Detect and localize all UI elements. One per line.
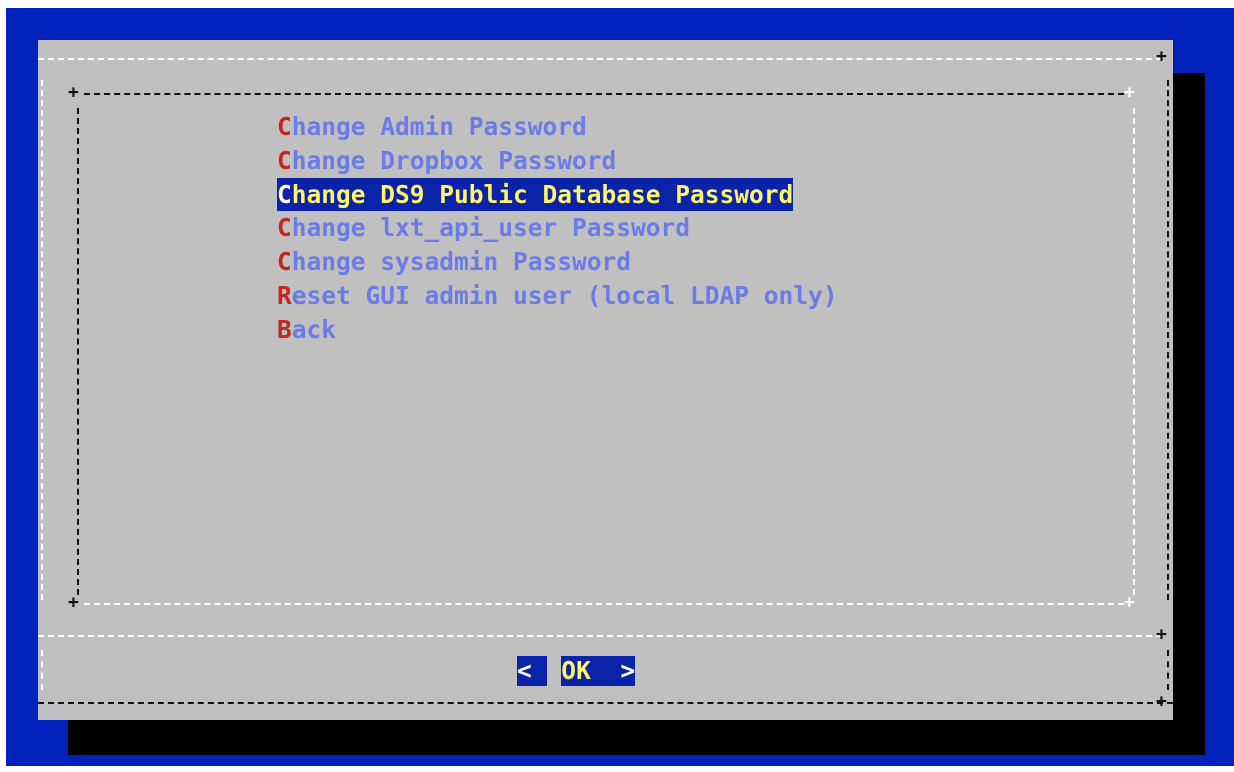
dialog-top-right-corner: + (1156, 46, 1167, 67)
separator-right-corner: + (1156, 624, 1167, 645)
ok-button-right-bracket: > (620, 656, 636, 686)
menu-item-change-ds9-public-database-password[interactable]: Change DS9 Public Database Password (277, 177, 794, 212)
menu-item-label: ack (291, 314, 337, 344)
menu-item-label: hange sysadmin Password (291, 247, 632, 277)
dialog-left-border (41, 80, 43, 600)
hotkey: C (277, 145, 292, 175)
hotkey: C (277, 247, 292, 277)
list-top-border (84, 93, 1124, 95)
hotkey: B (277, 314, 292, 344)
button-area-left-border (41, 650, 43, 690)
list-right-border (1133, 108, 1135, 595)
list-bottom-right-corner: + (1124, 592, 1135, 613)
list-bottom-border (84, 603, 1124, 605)
dialog-top-border (38, 58, 1162, 60)
dialog-right-border (1167, 80, 1169, 600)
button-area-right-border (1167, 650, 1169, 690)
button-area-separator (38, 635, 1162, 637)
menu-item-label: hange Admin Password (291, 112, 587, 141)
menu-item-label: hange Dropbox Password (291, 145, 617, 175)
menu-item-label: hange DS9 Public Database Password (291, 179, 794, 209)
ok-button-left-bracket: < (517, 656, 532, 686)
hotkey: C (277, 112, 292, 141)
menu-item-change-sysadmin-password[interactable]: Change sysadmin Password (277, 245, 631, 279)
password-menu: Change Admin Password Change Dropbox Pas… (277, 110, 838, 347)
dialog-bottom-right-corner: + (1156, 691, 1167, 712)
list-bottom-left-corner: + (68, 592, 79, 613)
dialog-bottom-border (38, 702, 1173, 704)
ok-button-label: K (576, 656, 591, 685)
menu-item-change-lxt-api-user-password[interactable]: Change lxt_api_user Password (277, 211, 690, 245)
menu-item-label: hange lxt_api_user Password (291, 213, 691, 243)
list-top-left-corner: + (68, 82, 79, 103)
hotkey: R (277, 280, 292, 310)
menu-item-label: eset GUI admin user (local LDAP only) (291, 280, 838, 310)
hotkey: C (277, 213, 292, 243)
ok-button[interactable]: < OK > (517, 656, 636, 686)
list-left-border (77, 108, 79, 595)
hotkey: C (277, 179, 292, 209)
menu-item-change-admin-password[interactable]: Change Admin Password (277, 110, 587, 144)
menu-item-reset-gui-admin-user[interactable]: Reset GUI admin user (local LDAP only) (277, 279, 838, 313)
ok-button-hotkey: O (561, 656, 577, 685)
list-top-right-corner: + (1124, 82, 1135, 103)
menu-item-back[interactable]: Back (277, 313, 336, 347)
menu-item-change-dropbox-password[interactable]: Change Dropbox Password (277, 144, 616, 178)
